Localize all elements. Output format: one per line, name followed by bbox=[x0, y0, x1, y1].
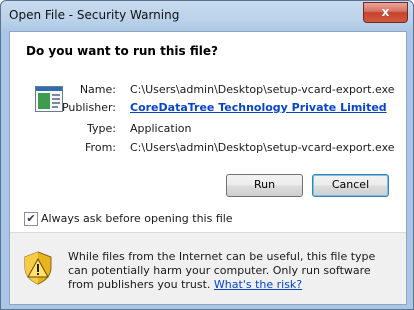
publisher-label: Publisher: bbox=[61, 101, 116, 114]
name-value: C:\Users\admin\Desktop\setup-vcard-expor… bbox=[130, 83, 395, 96]
window-title: Open File - Security Warning bbox=[9, 8, 180, 22]
from-value: C:\Users\admin\Desktop\setup-vcard-expor… bbox=[130, 141, 395, 154]
checkmark-icon: ✔ bbox=[26, 212, 36, 225]
dialog-heading: Do you want to run this file? bbox=[26, 44, 218, 58]
from-label: From: bbox=[85, 141, 116, 154]
close-icon: x bbox=[381, 5, 390, 19]
publisher-link[interactable]: CoreDataTree Technology Private Limited bbox=[130, 101, 387, 114]
always-ask-label[interactable]: Always ask before opening this file bbox=[41, 212, 233, 225]
cancel-button[interactable]: Cancel bbox=[312, 174, 389, 197]
warning-message: While files from the Internet can be use… bbox=[68, 250, 398, 292]
file-info-panel: Do you want to run this file? Name: C:\U… bbox=[10, 32, 406, 232]
divider bbox=[10, 232, 406, 233]
type-value: Application bbox=[130, 122, 192, 135]
warning-shield-icon bbox=[24, 251, 52, 285]
type-label: Type: bbox=[87, 122, 116, 135]
run-button[interactable]: Run bbox=[226, 174, 303, 197]
whats-the-risk-link[interactable]: What's the risk? bbox=[214, 278, 302, 291]
close-button[interactable]: x bbox=[363, 2, 408, 23]
name-label: Name: bbox=[79, 83, 116, 96]
security-warning-window: Open File - Security Warning x Do you wa… bbox=[0, 0, 414, 310]
title-bar[interactable]: Open File - Security Warning x bbox=[1, 1, 413, 31]
dialog-body: Do you want to run this file? Name: C:\U… bbox=[9, 31, 407, 305]
always-ask-checkbox[interactable]: ✔ bbox=[24, 212, 38, 226]
